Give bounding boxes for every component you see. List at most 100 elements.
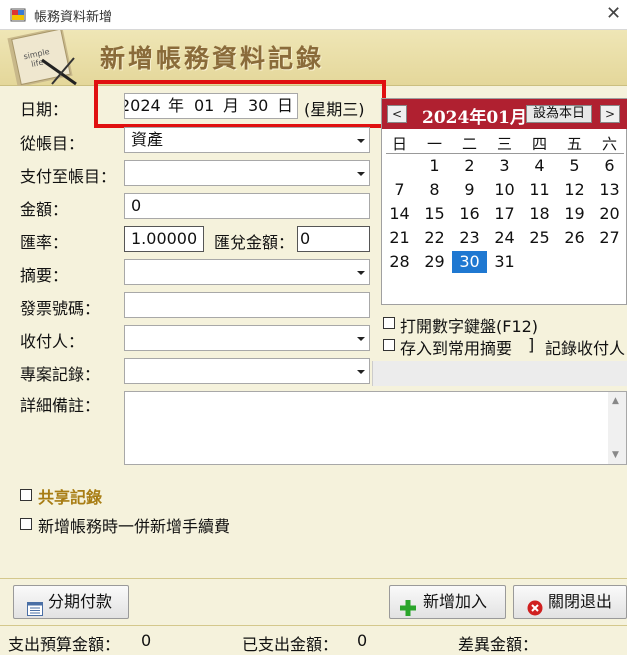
calendar-dow-label: 五 [566,135,582,153]
header-banner: simple life 新增帳務資料記錄 [0,26,627,88]
spent-label: 已支出金額： [242,635,339,654]
amount-input[interactable]: 0 [124,193,370,219]
rate-input[interactable]: 1.00000 [124,226,204,252]
budget-value: 0 [141,631,152,650]
calendar-day[interactable]: 6 [592,155,627,177]
dropdown-arrow-icon[interactable] [357,370,365,374]
close-label: 關閉退出 [548,592,613,611]
calendar-day[interactable]: 22 [417,227,452,249]
close-button[interactable]: 關閉退出 [513,585,627,619]
highlight-frame [94,80,386,128]
calendar-dow-label: 一 [426,135,442,153]
calendar-day[interactable]: 19 [557,203,592,225]
app-icon [10,7,26,23]
project-label: 專案記錄： [20,365,101,384]
calendar-day[interactable]: 14 [382,203,417,225]
shared-record-label: 共享記錄 [38,488,103,507]
summary-select[interactable] [124,259,370,285]
calendar-day[interactable]: 8 [417,179,452,201]
calendar: < 2024年01月 設為本日 > 日一二三四五六 1 2 3 4 5 6 7 8 9 10 11 1… [381,98,627,305]
add-button[interactable]: 新增加入 [389,585,506,619]
calendar-day[interactable]: 21 [382,227,417,249]
summary-label: 摘要： [20,266,69,285]
notes-scrollbar[interactable]: ▲ ▼ [608,392,626,464]
notes-textarea[interactable] [124,391,627,465]
notebook-image: simple life [2,26,84,88]
calendar-day[interactable]: 16 [452,203,487,225]
numeric-keypad-checkbox[interactable] [383,317,395,329]
calendar-day[interactable]: 13 [592,179,627,201]
pay-to-select[interactable] [124,160,370,186]
dropdown-arrow-icon[interactable] [357,271,365,275]
record-payee-checkbox-mark[interactable]: ] [528,335,534,354]
shared-record-checkbox[interactable] [20,489,32,501]
numeric-keypad-label: 打開數字鍵盤(F12) [400,317,539,336]
dropdown-arrow-icon[interactable] [357,337,365,341]
from-account-select[interactable]: 資產 [124,127,370,153]
installment-label: 分期付款 [48,592,113,611]
calendar-day[interactable]: 15 [417,203,452,225]
calendar-day[interactable]: 11 [522,179,557,201]
calendar-day[interactable]: 28 [382,251,417,273]
close-circle-icon [527,595,543,627]
close-icon[interactable]: ✕ [606,3,621,24]
budget-label: 支出預算金額： [8,635,121,654]
exchange-amount-value: 0 [300,229,311,248]
notes-label: 詳細備註： [20,396,101,415]
invoice-input[interactable] [124,292,370,318]
prev-month-button[interactable]: < [387,105,407,123]
payee-label: 收付人： [20,332,85,351]
project-select[interactable] [124,358,370,384]
diff-label: 差異金額： [458,635,539,654]
calendar-day[interactable]: 27 [592,227,627,249]
add-label: 新增加入 [423,592,488,611]
calendar-dow-label: 四 [531,135,547,153]
set-today-button[interactable]: 設為本日 [526,105,592,123]
calendar-day[interactable]: 5 [557,155,592,177]
window-title: 帳務資料新增 [34,10,113,25]
calendar-day[interactable]: 3 [487,155,522,177]
calendar-day[interactable]: 26 [557,227,592,249]
calendar-day[interactable]: 23 [452,227,487,249]
calendar-day[interactable]: 24 [487,227,522,249]
calendar-day-selected[interactable]: 30 [452,251,487,273]
calendar-day[interactable]: 9 [452,179,487,201]
record-payee-label: 記錄收付人 [545,339,626,358]
calendar-header: < 2024年01月 設為本日 > [382,99,627,129]
calendar-day[interactable]: 12 [557,179,592,201]
calendar-day[interactable]: 29 [417,251,452,273]
project-extra-field [372,361,627,386]
payee-select[interactable] [124,325,370,351]
dropdown-arrow-icon[interactable] [357,139,365,143]
spent-value: 0 [357,631,368,650]
calendar-month-title: 2024年01月 [422,108,527,128]
calendar-day[interactable]: 7 [382,179,417,201]
calendar-day[interactable]: 10 [487,179,522,201]
installment-button[interactable]: 分期付款 [13,585,129,619]
from-account-label: 從帳目： [20,134,85,153]
from-account-value: 資產 [131,130,164,149]
exchange-amount-input[interactable]: 0 [297,226,370,252]
calendar-day[interactable]: 18 [522,203,557,225]
exchange-amount-label: 匯兌金額： [214,233,295,252]
add-fee-checkbox[interactable] [20,518,32,530]
calendar-list-icon [27,595,43,627]
save-summary-checkbox[interactable] [383,339,395,351]
title-bar: 帳務資料新增 ✕ [0,0,627,30]
calendar-day[interactable]: 20 [592,203,627,225]
pay-to-label: 支付至帳目： [20,167,117,186]
next-month-button[interactable]: > [600,105,620,123]
calendar-day[interactable]: 25 [522,227,557,249]
calendar-day[interactable]: 17 [487,203,522,225]
calendar-day[interactable]: 31 [487,251,522,273]
scroll-down-icon[interactable]: ▼ [612,450,619,460]
add-fee-label: 新增帳務時一併新增手續費 [38,517,231,536]
dropdown-arrow-icon[interactable] [357,172,365,176]
rate-value: 1.00000 [131,229,198,248]
calendar-day[interactable]: 2 [452,155,487,177]
invoice-label: 發票號碼： [20,299,101,318]
scroll-up-icon[interactable]: ▲ [612,396,619,406]
calendar-day[interactable]: 4 [522,155,557,177]
banner-title: 新增帳務資料記錄 [100,44,325,73]
calendar-day[interactable]: 1 [417,155,452,177]
